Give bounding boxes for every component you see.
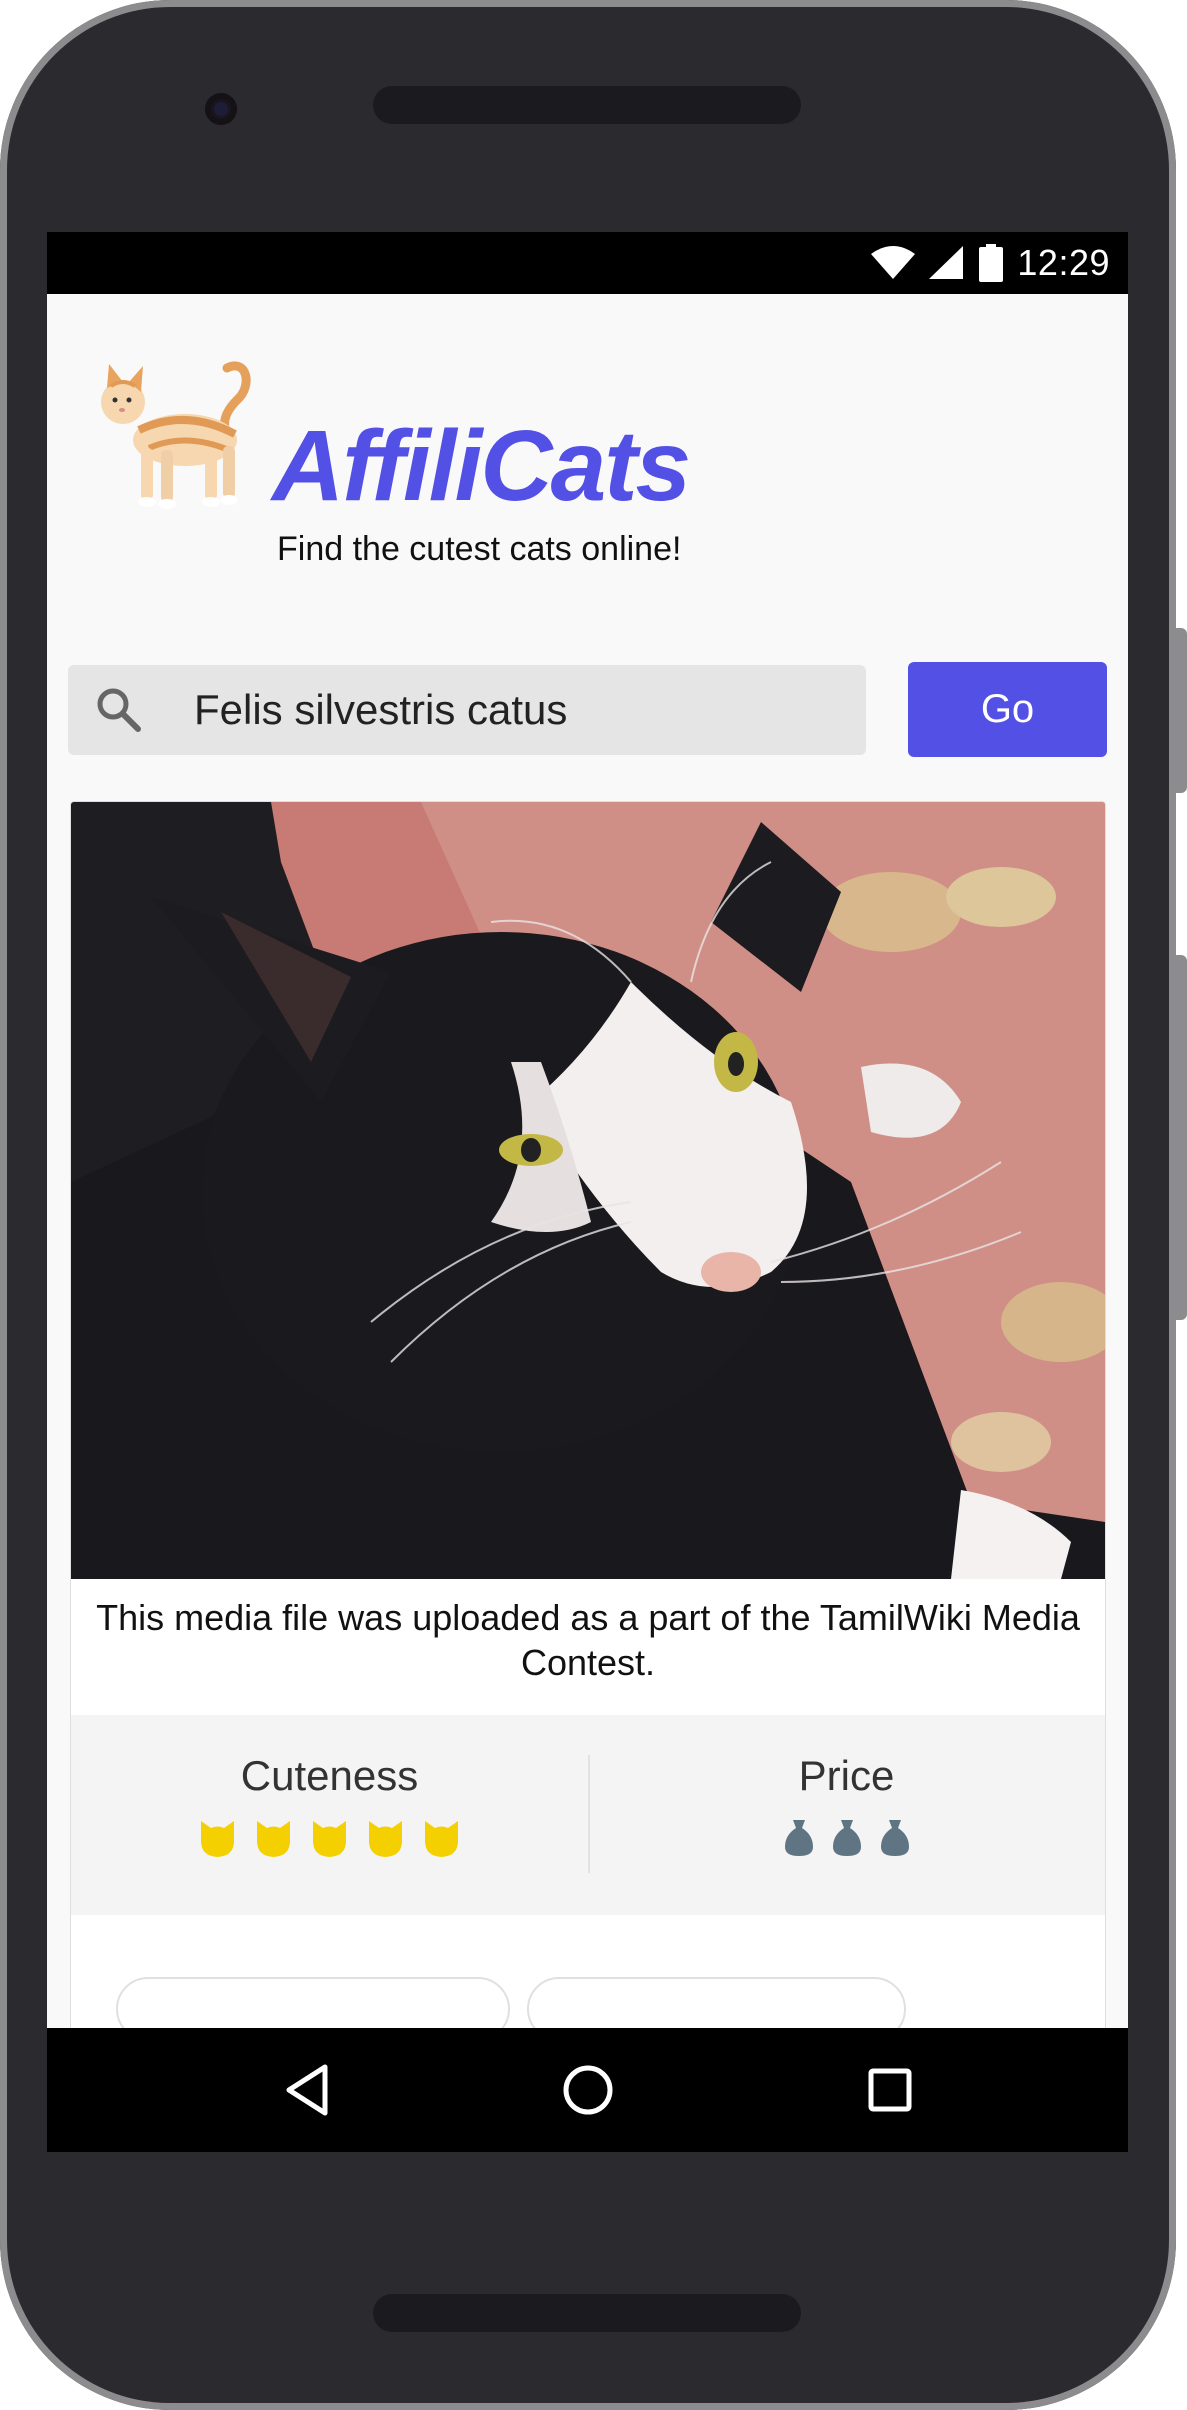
cat-face-icon (201, 1821, 234, 1857)
price-rating: Price (588, 1715, 1105, 1915)
battery-icon (979, 244, 1004, 282)
back-icon[interactable] (277, 2059, 339, 2121)
home-icon[interactable] (557, 2059, 619, 2121)
cat-card: This media file was uploaded as a part o… (70, 801, 1106, 2152)
cuteness-icons (71, 1819, 588, 1858)
cat-face-icon (369, 1821, 402, 1857)
front-camera (205, 93, 237, 125)
screen: 12:29 AffiliCats Find the cutest cats on… (47, 232, 1128, 2152)
go-button[interactable]: Go (908, 662, 1107, 757)
cat-emoji-icon (101, 361, 251, 509)
volume-button (1176, 628, 1187, 793)
navigation-bar (47, 2028, 1128, 2152)
phone-frame: 12:29 AffiliCats Find the cutest cats on… (0, 0, 1176, 2410)
app-header: AffiliCats Find the cutest cats online! (47, 294, 1128, 594)
cat-face-icon (313, 1821, 346, 1857)
search-query: Felis silvestris catus (194, 686, 568, 733)
ratings-panel: Cuteness Price (71, 1715, 1105, 1915)
status-bar: 12:29 (47, 232, 1128, 294)
wifi-icon (871, 246, 916, 279)
bottom-speaker-grille (373, 2294, 801, 2332)
money-bag-icon (832, 1820, 861, 1856)
cat-face-icon (425, 1821, 458, 1857)
status-time: 12:29 (1017, 242, 1110, 283)
price-label: Price (798, 1752, 895, 1799)
app-title: AffiliCats (272, 410, 691, 522)
cuteness-label: Cuteness (240, 1752, 419, 1799)
photo-caption: This media file was uploaded as a part o… (96, 1597, 1080, 1683)
money-bag-icon (880, 1820, 909, 1856)
app-tagline: Find the cutest cats online! (277, 530, 682, 568)
cat-face-icon (257, 1821, 290, 1857)
recent-apps-icon[interactable] (859, 2059, 921, 2121)
signal-icon (929, 246, 964, 279)
power-button (1176, 955, 1187, 1320)
search-input[interactable]: Felis silvestris catus (68, 665, 866, 755)
price-icons (588, 1819, 1105, 1857)
search-icon (97, 688, 141, 732)
cat-photo (71, 802, 1105, 1579)
speaker-grille (373, 86, 801, 124)
cuteness-rating: Cuteness (71, 1715, 588, 1915)
money-bag-icon (784, 1820, 813, 1856)
